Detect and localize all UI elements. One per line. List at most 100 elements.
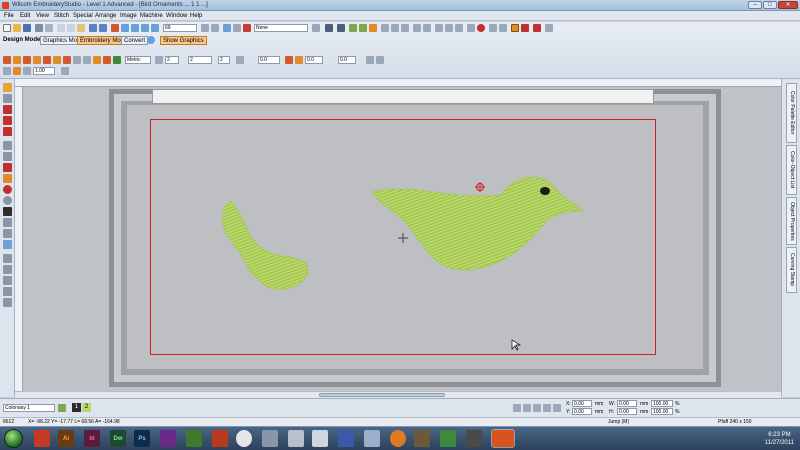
- record-icon[interactable]: [477, 24, 485, 32]
- cut-icon[interactable]: [57, 24, 65, 32]
- column-a-icon[interactable]: [103, 56, 111, 64]
- branching-icon[interactable]: [3, 152, 12, 161]
- new-icon[interactable]: [3, 24, 11, 32]
- knife-icon[interactable]: [521, 24, 529, 32]
- transform-icon[interactable]: [3, 254, 12, 263]
- grid-icon[interactable]: [233, 24, 241, 32]
- taskbar-illustrator-icon[interactable]: Ai: [58, 430, 74, 447]
- menu-machine[interactable]: Machine: [140, 13, 163, 19]
- redo-icon[interactable]: [99, 24, 107, 32]
- menu-arrange[interactable]: Arrange: [95, 13, 116, 19]
- knife-tool-icon[interactable]: [3, 116, 12, 125]
- menu-help[interactable]: Help: [190, 13, 202, 19]
- proportion-icon[interactable]: [543, 404, 551, 412]
- motif-icon[interactable]: [53, 56, 61, 64]
- width-dropdown-icon[interactable]: [61, 67, 69, 75]
- italic-icon[interactable]: [337, 24, 345, 32]
- team-names-icon[interactable]: [3, 229, 12, 238]
- taskbar-app-purple-icon[interactable]: [160, 430, 176, 447]
- guides-icon[interactable]: [376, 56, 384, 64]
- color-swatch-2[interactable]: 2: [82, 403, 91, 412]
- field-b[interactable]: 2: [188, 56, 212, 64]
- pen-icon[interactable]: [3, 56, 11, 64]
- zoom-field[interactable]: 69: [163, 24, 197, 32]
- save-icon[interactable]: [23, 24, 31, 32]
- needle-icon[interactable]: [533, 24, 541, 32]
- mirror-v-icon[interactable]: [445, 24, 453, 32]
- tatami-icon[interactable]: [43, 56, 51, 64]
- x-field[interactable]: 0.00: [572, 400, 592, 407]
- fill-icon[interactable]: [33, 56, 41, 64]
- bold-icon[interactable]: [325, 24, 333, 32]
- menu-window[interactable]: Window: [166, 13, 187, 19]
- colorway-select[interactable]: Colorway 1: [3, 404, 55, 412]
- design-canvas[interactable]: [23, 87, 781, 391]
- input-b-icon[interactable]: [3, 174, 12, 183]
- field-c[interactable]: 2: [218, 56, 230, 64]
- taskbar-explorer-icon[interactable]: [364, 430, 380, 447]
- taskbar-wilcom-icon[interactable]: [491, 429, 515, 448]
- size-icon[interactable]: [523, 404, 531, 412]
- apply-icon[interactable]: [553, 404, 561, 412]
- taskbar-app-green-icon[interactable]: [186, 430, 202, 447]
- bird-body-object[interactable]: [371, 176, 585, 271]
- zoom-fit-icon[interactable]: [131, 24, 139, 32]
- copy-icon[interactable]: [67, 24, 75, 32]
- elements-icon[interactable]: [369, 24, 377, 32]
- angle-icon[interactable]: [295, 56, 303, 64]
- taskbar-indesign-icon[interactable]: Id: [84, 430, 100, 447]
- tab-object-properties[interactable]: Object Properties: [786, 197, 797, 245]
- select-icon[interactable]: [3, 67, 11, 75]
- zoom-icon[interactable]: [121, 24, 129, 32]
- taskbar-app-gray-icon[interactable]: [288, 430, 304, 447]
- field-e[interactable]: 0.0: [305, 56, 323, 64]
- open-icon[interactable]: [13, 24, 21, 32]
- taskbar-app-red-icon[interactable]: [212, 430, 228, 447]
- field-f[interactable]: 0.0: [338, 56, 356, 64]
- align-center-icon[interactable]: [391, 24, 399, 32]
- taskbar-firefox-icon[interactable]: [390, 430, 406, 447]
- print-preview-icon[interactable]: [45, 24, 53, 32]
- field-a[interactable]: 2: [165, 56, 179, 64]
- satin-icon[interactable]: [23, 56, 31, 64]
- reshape-tool-icon[interactable]: [3, 105, 12, 114]
- width-field[interactable]: 1.00: [33, 67, 55, 75]
- taskbar-app-brown-icon[interactable]: [414, 430, 430, 447]
- style-dropdown-icon[interactable]: [312, 24, 320, 32]
- taskbar-app-light-icon[interactable]: [312, 430, 328, 447]
- rotate-icon[interactable]: [455, 24, 463, 32]
- options-icon[interactable]: [545, 24, 553, 32]
- wreath-icon[interactable]: [3, 287, 12, 296]
- reshape-icon[interactable]: [511, 24, 519, 32]
- lettering-green-icon[interactable]: [349, 24, 357, 32]
- ellipse-tool-icon[interactable]: [3, 196, 12, 205]
- start-button[interactable]: [4, 429, 23, 448]
- scale-icon[interactable]: [533, 404, 541, 412]
- array-icon[interactable]: [3, 276, 12, 285]
- wing-object[interactable]: [221, 200, 309, 290]
- menu-file[interactable]: File: [4, 13, 14, 19]
- y-field[interactable]: 0.00: [572, 408, 592, 415]
- taskbar-photoshop-icon[interactable]: Ps: [134, 430, 150, 447]
- width-icon[interactable]: [23, 67, 31, 75]
- outline-icon[interactable]: [13, 67, 21, 75]
- applique-icon[interactable]: [93, 56, 101, 64]
- taskbar-acrobat-icon[interactable]: [34, 430, 50, 447]
- paste-icon[interactable]: [77, 24, 85, 32]
- color-swatch-1[interactable]: 1: [72, 403, 81, 412]
- units-select[interactable]: Metric: [125, 56, 151, 64]
- align-right-icon[interactable]: [401, 24, 409, 32]
- column-b-icon[interactable]: [113, 56, 121, 64]
- tab-color-object-list[interactable]: Color-Object List: [786, 145, 797, 195]
- magnify-icon[interactable]: [223, 24, 231, 32]
- circle-tool-icon[interactable]: [3, 185, 12, 194]
- lettering-tool-icon[interactable]: [3, 207, 12, 216]
- kaleidoscope-icon[interactable]: [3, 298, 12, 307]
- snap-icon[interactable]: [366, 56, 374, 64]
- measure-icon[interactable]: [211, 24, 219, 32]
- fabric-icon[interactable]: [3, 240, 12, 249]
- style-select[interactable]: None: [254, 24, 308, 32]
- backstitch-icon[interactable]: [83, 56, 91, 64]
- maximize-button[interactable]: □: [763, 1, 777, 9]
- position-icon[interactable]: [513, 404, 521, 412]
